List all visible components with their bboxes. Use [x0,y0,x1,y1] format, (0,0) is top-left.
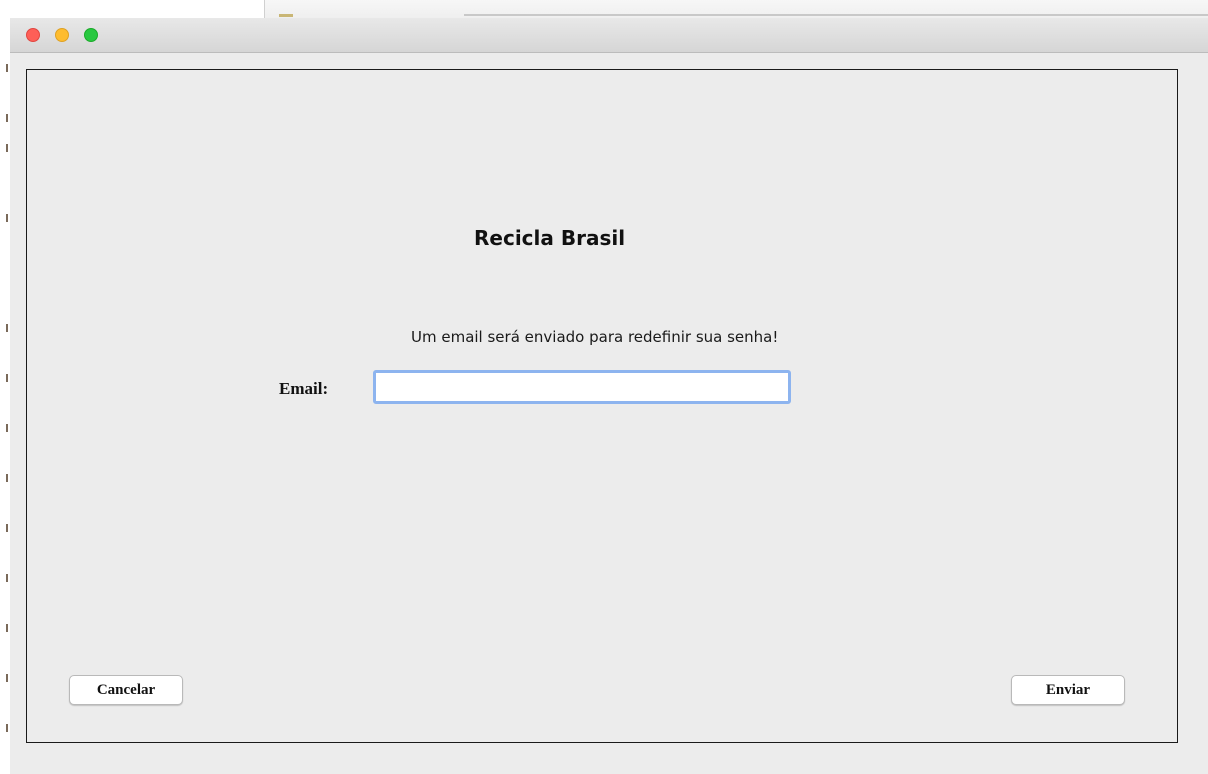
cancel-button[interactable]: Cancelar [69,675,183,705]
zoom-icon[interactable] [84,28,98,42]
edge-mark [6,144,8,152]
edge-mark [6,114,8,122]
edge-mark [6,474,8,482]
app-title: Recicla Brasil [474,226,626,250]
edge-mark [6,524,8,532]
background-app-strip [0,0,1208,18]
window-titlebar [10,18,1208,53]
edge-mark [6,424,8,432]
edge-mark [6,324,8,332]
edge-mark [6,574,8,582]
minimize-icon[interactable] [55,28,69,42]
edge-mark [6,374,8,382]
reset-message: Um email será enviado para redefinir sua… [411,328,779,346]
reset-form-panel: Recicla Brasil Um email será enviado par… [26,69,1178,743]
edge-mark [6,674,8,682]
close-icon[interactable] [26,28,40,42]
send-button[interactable]: Enviar [1011,675,1125,705]
email-field[interactable] [373,370,791,404]
edge-mark [6,64,8,72]
edge-mark [6,724,8,732]
background-window-divider [464,14,1208,16]
password-reset-window: Recicla Brasil Um email será enviado par… [10,18,1208,774]
edge-mark [6,624,8,632]
email-label: Email: [279,379,329,398]
edge-mark [6,214,8,222]
